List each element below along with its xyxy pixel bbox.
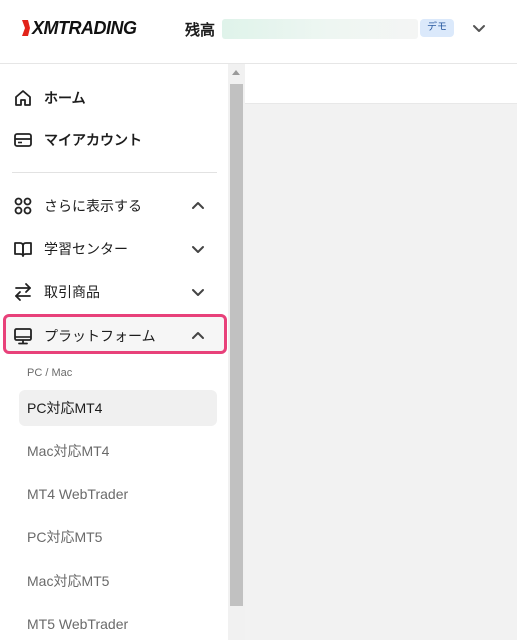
chevron-down-icon	[190, 284, 206, 300]
home-icon	[12, 87, 34, 109]
account-type-badge: デモ	[420, 19, 454, 37]
sidebar-item-label: マイアカウント	[44, 132, 142, 148]
platform-item-mt5-webtrader[interactable]: MT5 WebTrader	[19, 606, 217, 640]
chevron-down-icon	[190, 241, 206, 257]
platform-item-mac-mt4[interactable]: Mac対応MT4	[19, 433, 217, 469]
platform-item-mt4-webtrader[interactable]: MT4 WebTrader	[19, 476, 217, 512]
grid-icon	[12, 195, 34, 217]
sidebar-item-home[interactable]: ホーム	[0, 78, 228, 118]
main-content	[245, 64, 517, 640]
chevron-down-icon[interactable]	[471, 20, 487, 36]
sidebar-item-label: プラットフォーム	[44, 328, 156, 344]
balance-value-masked	[222, 19, 418, 39]
sidebar-item-label: 取引商品	[44, 284, 100, 300]
platform-item-pc-mt5[interactable]: PC対応MT5	[19, 519, 217, 555]
main-top-bar	[245, 64, 517, 104]
chevron-up-icon	[190, 198, 206, 214]
balance-label: 残高	[185, 22, 216, 39]
sidebar-item-my-account[interactable]: マイアカウント	[0, 120, 228, 160]
sidebar: ホーム マイアカウント さらに表示する 学習センター 取引商品 プラットフォーム…	[0, 64, 245, 640]
sidebar-item-label: 学習センター	[44, 241, 128, 257]
xmtrading-logo[interactable]: XMTRADING	[20, 17, 137, 39]
platform-item-mac-mt5[interactable]: Mac対応MT5	[19, 563, 217, 599]
sidebar-item-platform[interactable]: プラットフォーム	[0, 316, 228, 356]
logo-mark-icon	[20, 19, 32, 37]
chevron-up-icon	[190, 328, 206, 344]
sidebar-item-show-more[interactable]: さらに表示する	[0, 186, 228, 226]
book-icon	[12, 238, 34, 260]
top-header: XMTRADING 残高 デモ	[0, 0, 517, 64]
transfer-icon	[12, 281, 34, 303]
sidebar-item-label: さらに表示する	[44, 198, 142, 214]
platform-item-pc-mt4[interactable]: PC対応MT4	[19, 390, 217, 426]
logo-text: XMTRADING	[32, 17, 137, 38]
sidebar-divider	[12, 172, 217, 173]
sidebar-item-learning-center[interactable]: 学習センター	[0, 229, 228, 269]
sidebar-item-products[interactable]: 取引商品	[0, 272, 228, 312]
scroll-up-arrow-icon[interactable]	[232, 70, 240, 75]
platform-section-caption: PC / Mac	[27, 367, 73, 379]
monitor-icon	[12, 325, 34, 347]
card-icon	[12, 129, 34, 151]
sidebar-scrollbar-thumb[interactable]	[230, 84, 243, 606]
sidebar-item-label: ホーム	[44, 90, 86, 106]
